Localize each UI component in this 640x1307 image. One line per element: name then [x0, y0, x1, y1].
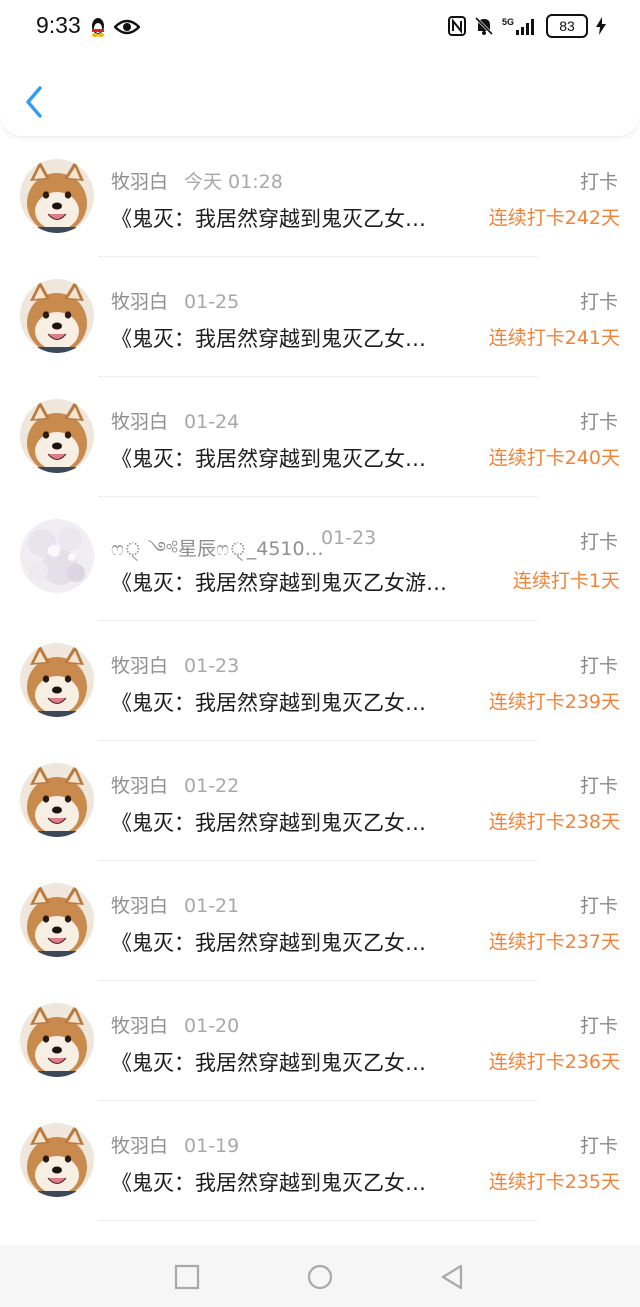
post-date: 01-22 [184, 775, 240, 797]
status-right-icons: 5G 83 [448, 14, 606, 38]
book-title[interactable]: 《鬼灭：我居然穿越到鬼灭乙女… [111, 687, 471, 717]
book-title[interactable]: 《鬼灭：我居然穿越到鬼灭乙女… [111, 1167, 471, 1197]
user-name[interactable]: 牧羽白 [111, 291, 168, 313]
user-name[interactable]: 牧羽白 [111, 1135, 168, 1157]
avatar[interactable] [20, 1123, 94, 1197]
streak-count: 连续打卡236天 [488, 1051, 620, 1073]
user-meta: 牧羽白 01-19 [111, 1131, 239, 1158]
nfc-icon [448, 16, 466, 36]
user-name[interactable]: 牧羽白 [111, 655, 168, 677]
avatar[interactable] [20, 279, 94, 353]
book-title[interactable]: 《鬼灭：我居然穿越到鬼灭乙女游… [111, 567, 495, 597]
streak-count: 连续打卡238天 [488, 811, 620, 833]
back-triangle-icon [441, 1264, 463, 1290]
recent-apps-button[interactable] [173, 1263, 201, 1291]
back-button[interactable] [18, 82, 54, 122]
avatar[interactable] [20, 399, 94, 473]
user-meta: 牧羽白 01-23 [111, 651, 239, 678]
user-name[interactable]: 牧羽白 [111, 775, 168, 797]
user-name[interactable]: 牧羽白 [111, 1015, 168, 1037]
book-title[interactable]: 《鬼灭：我居然穿越到鬼灭乙女… [111, 927, 471, 957]
user-meta: 牧羽白 今天 01:28 [111, 167, 283, 194]
post-kind: 打卡 [579, 171, 618, 193]
home-icon [307, 1264, 333, 1290]
book-title[interactable]: 《鬼灭：我居然穿越到鬼灭乙女… [111, 1047, 471, 1077]
status-time: 9:33 [36, 12, 81, 38]
battery-indicator: 83 [546, 14, 588, 38]
list-item[interactable]: ෆ্ ༺星辰ෆ্_4510… 01-23 打卡 《鬼灭：我居然穿越到鬼灭乙女游… … [0, 497, 640, 621]
list-item[interactable]: 牧羽白 今天 01:28 打卡 《鬼灭：我居然穿越到鬼灭乙女… 连续打卡242天 [0, 137, 640, 257]
nav-back-button[interactable] [439, 1263, 467, 1291]
post-date: 01-23 [321, 527, 377, 549]
post-date: 01-21 [184, 895, 240, 917]
post-kind: 打卡 [579, 895, 618, 917]
streak-count: 连续打卡237天 [488, 931, 620, 953]
post-date: 01-25 [184, 291, 240, 313]
user-name[interactable]: 牧羽白 [111, 411, 168, 433]
list-item[interactable]: 牧羽白 01-19 打卡 《鬼灭：我居然穿越到鬼灭乙女… 连续打卡235天 [0, 1101, 640, 1221]
streak-count: 连续打卡1天 [512, 570, 620, 592]
post-date: 今天 01:28 [184, 171, 283, 193]
mute-bell-icon [474, 16, 494, 36]
avatar[interactable] [20, 519, 94, 593]
list-item[interactable]: 牧羽白 01-22 打卡 《鬼灭：我居然穿越到鬼灭乙女… 连续打卡238天 [0, 741, 640, 861]
user-name[interactable]: 牧羽白 [111, 171, 168, 193]
recent-apps-icon [174, 1264, 200, 1290]
user-meta: 牧羽白 01-22 [111, 771, 239, 798]
streak-count: 连续打卡240天 [488, 447, 620, 469]
home-button[interactable] [306, 1263, 334, 1291]
avatar[interactable] [20, 643, 94, 717]
user-name[interactable]: 牧羽白 [111, 895, 168, 917]
list-item[interactable]: 牧羽白 01-21 打卡 《鬼灭：我居然穿越到鬼灭乙女… 连续打卡237天 [0, 861, 640, 981]
list-item[interactable]: 牧羽白 01-25 打卡 《鬼灭：我居然穿越到鬼灭乙女… 连续打卡241天 [0, 257, 640, 377]
system-nav-bar [0, 1245, 640, 1307]
svg-text:5G: 5G [502, 17, 514, 27]
user-meta: 牧羽白 01-24 [111, 407, 239, 434]
book-title[interactable]: 《鬼灭：我居然穿越到鬼灭乙女… [111, 807, 471, 837]
streak-count: 连续打卡241天 [488, 327, 620, 349]
checkin-list: 牧羽白 今天 01:28 打卡 《鬼灭：我居然穿越到鬼灭乙女… 连续打卡242天 … [0, 137, 640, 1221]
book-title[interactable]: 《鬼灭：我居然穿越到鬼灭乙女… [111, 323, 471, 353]
avatar[interactable] [20, 159, 94, 233]
book-title[interactable]: 《鬼灭：我居然穿越到鬼灭乙女… [111, 203, 471, 233]
eye-icon [114, 19, 140, 35]
avatar[interactable] [20, 883, 94, 957]
post-date: 01-24 [184, 411, 240, 433]
streak-count: 连续打卡242天 [488, 207, 620, 229]
user-meta: 牧羽白 01-25 [111, 287, 239, 314]
post-date: 01-23 [184, 655, 240, 677]
signal-5g-icon: 5G [502, 17, 534, 35]
post-date: 01-20 [184, 1015, 240, 1037]
qq-penguin-icon [92, 18, 104, 37]
status-left-icons [90, 16, 140, 38]
charging-icon [596, 17, 606, 35]
user-meta: 牧羽白 01-21 [111, 891, 239, 918]
post-date: 01-19 [184, 1135, 240, 1157]
divider [98, 1220, 538, 1221]
list-item[interactable]: 牧羽白 01-24 打卡 《鬼灭：我居然穿越到鬼灭乙女… 连续打卡240天 [0, 377, 640, 497]
streak-count: 连续打卡235天 [488, 1171, 620, 1193]
post-kind: 打卡 [579, 775, 618, 797]
avatar[interactable] [20, 763, 94, 837]
post-kind: 打卡 [579, 1015, 618, 1037]
list-item[interactable]: 牧羽白 01-23 打卡 《鬼灭：我居然穿越到鬼灭乙女… 连续打卡239天 [0, 621, 640, 741]
status-bar: 9:33 5G 83 [0, 0, 640, 54]
post-kind: 打卡 [579, 655, 618, 677]
top-header [0, 54, 640, 137]
post-kind: 打卡 [579, 531, 618, 553]
chevron-left-icon [26, 86, 42, 118]
list-item[interactable]: 牧羽白 01-20 打卡 《鬼灭：我居然穿越到鬼灭乙女… 连续打卡236天 [0, 981, 640, 1101]
user-name[interactable]: ෆ্ ༺星辰ෆ্_4510… [111, 538, 324, 560]
avatar[interactable] [20, 1003, 94, 1077]
post-kind: 打卡 [579, 291, 618, 313]
post-kind: 打卡 [579, 1135, 618, 1157]
post-kind: 打卡 [579, 411, 618, 433]
streak-count: 连续打卡239天 [488, 691, 620, 713]
user-meta: 牧羽白 01-20 [111, 1011, 239, 1038]
book-title[interactable]: 《鬼灭：我居然穿越到鬼灭乙女… [111, 443, 471, 473]
